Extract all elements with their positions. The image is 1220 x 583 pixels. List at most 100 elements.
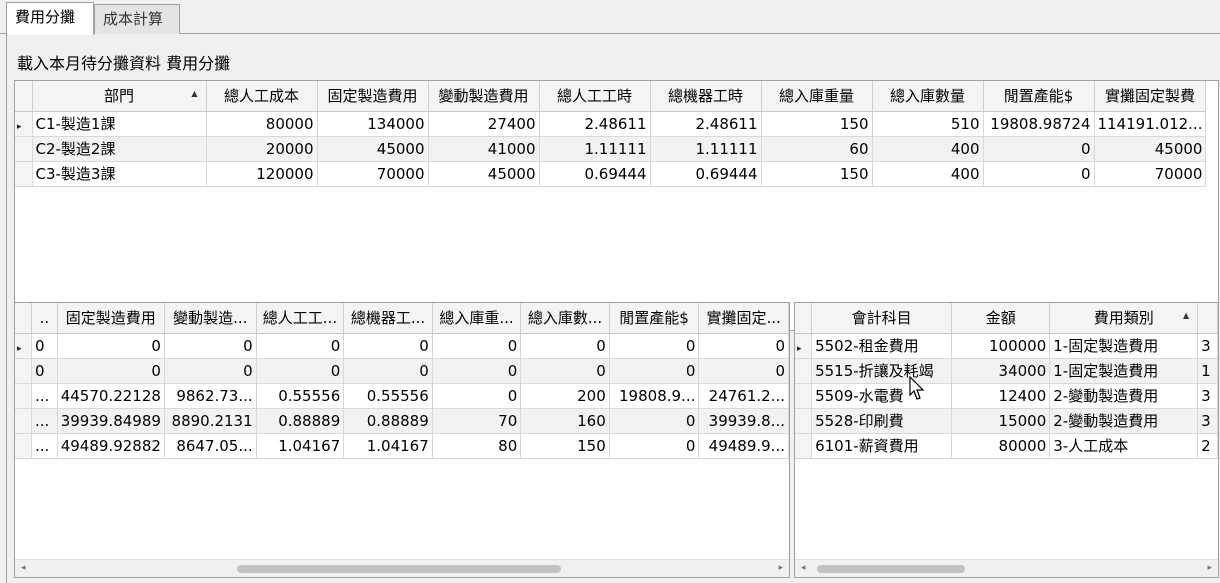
table-cell[interactable]: 0 bbox=[432, 333, 522, 359]
row-header[interactable] bbox=[15, 383, 32, 409]
horizontal-scrollbar[interactable]: ◂ ▸ bbox=[795, 559, 1218, 577]
row-header[interactable] bbox=[15, 136, 33, 162]
row-header[interactable] bbox=[15, 161, 33, 187]
column-header[interactable]: 總入庫重量 bbox=[761, 81, 873, 112]
table-cell[interactable]: 8890.2131 bbox=[164, 408, 257, 434]
table-cell[interactable]: 0 bbox=[432, 358, 522, 384]
table-row[interactable]: 5515-折讓及耗竭 34000 1-固定製造費用 1 bbox=[795, 358, 1218, 384]
table-cell[interactable]: 0 bbox=[164, 333, 257, 359]
table-cell[interactable]: 70000 bbox=[317, 161, 429, 187]
scroll-left-icon[interactable]: ◂ bbox=[21, 563, 26, 573]
table-cell[interactable]: 150 bbox=[761, 111, 873, 137]
table-cell[interactable]: 1-固定製造費用 bbox=[1049, 358, 1199, 384]
table-cell[interactable]: C1-製造1課 bbox=[32, 111, 207, 137]
row-header[interactable] bbox=[15, 408, 32, 434]
table-cell[interactable]: 0 bbox=[983, 136, 1095, 162]
column-header[interactable]: 固定製造費用 bbox=[317, 81, 429, 112]
account-grid[interactable]: 會計科目 金額 費用類別 ▲ ▸ 5502-租金費用 100000 1-固定製造費用 3 551… bbox=[794, 302, 1219, 578]
table-cell[interactable]: 45000 bbox=[428, 161, 540, 187]
column-header[interactable]: 會計科目 bbox=[811, 303, 953, 334]
column-header[interactable]: .. bbox=[31, 303, 58, 334]
table-cell[interactable]: 2.48611 bbox=[539, 111, 651, 137]
table-cell[interactable]: 6101-薪資費用 bbox=[811, 433, 953, 459]
row-header[interactable]: ▸ bbox=[15, 111, 33, 137]
allocation-detail-grid[interactable]: .. 固定製造費用 變動製造... 總人工工... 總機器工... 總入庫重... 總入庫數… bbox=[14, 302, 790, 578]
table-cell[interactable]: 0 bbox=[343, 358, 433, 384]
row-header[interactable] bbox=[795, 383, 813, 409]
table-cell[interactable]: 2-變動製造費用 bbox=[1049, 408, 1199, 434]
table-cell[interactable]: 45000 bbox=[317, 136, 429, 162]
table-cell[interactable]: 5502-租金費用 bbox=[811, 333, 953, 359]
table-cell[interactable]: 8647.05... bbox=[164, 433, 257, 459]
table-cell[interactable]: 5515-折讓及耗竭 bbox=[811, 358, 953, 384]
table-cell[interactable]: 0 bbox=[520, 358, 610, 384]
table-cell[interactable]: 0.55556 bbox=[256, 383, 345, 409]
table-cell[interactable]: 1.11111 bbox=[650, 136, 762, 162]
table-cell[interactable]: 0 bbox=[256, 358, 345, 384]
column-header[interactable]: 固定製造費用 bbox=[57, 303, 165, 334]
column-header[interactable]: 總入庫數... bbox=[520, 303, 610, 334]
table-cell[interactable]: 49489.9... bbox=[698, 433, 789, 459]
table-row[interactable]: 6101-薪資費用 80000 3-人工成本 2 bbox=[795, 433, 1218, 459]
column-header[interactable]: 總人工工時 bbox=[539, 81, 651, 112]
table-cell[interactable]: 0 bbox=[698, 358, 789, 384]
table-cell[interactable]: C3-製造3課 bbox=[32, 161, 207, 187]
table-cell[interactable]: 134000 bbox=[317, 111, 429, 137]
table-cell[interactable]: 70000 bbox=[1094, 161, 1207, 187]
table-cell[interactable]: 44570.22128 bbox=[57, 383, 165, 409]
table-cell[interactable]: 1.11111 bbox=[539, 136, 651, 162]
table-cell[interactable]: 1 bbox=[1197, 358, 1218, 384]
table-cell[interactable]: 0.69444 bbox=[650, 161, 762, 187]
table-cell[interactable]: 2.48611 bbox=[650, 111, 762, 137]
table-cell[interactable]: 12400 bbox=[951, 383, 1051, 409]
table-cell[interactable]: C2-製造2課 bbox=[32, 136, 207, 162]
tab-cost-calculation[interactable]: 成本計算 bbox=[94, 4, 180, 34]
table-cell[interactable]: 0 bbox=[164, 358, 257, 384]
scrollbar-thumb[interactable] bbox=[237, 565, 561, 573]
table-row[interactable]: ▸ 0 0 0 0 0 0 0 0 0 bbox=[15, 333, 789, 359]
table-cell[interactable]: 150 bbox=[520, 433, 610, 459]
table-cell[interactable]: 400 bbox=[872, 161, 984, 187]
column-header[interactable]: 變動製造... bbox=[164, 303, 257, 334]
table-cell[interactable]: 2-變動製造費用 bbox=[1049, 383, 1199, 409]
table-row[interactable]: C3-製造3課 120000 70000 45000 0.69444 0.69444 150… bbox=[15, 161, 1207, 187]
table-cell[interactable]: 5509-水電費 bbox=[811, 383, 953, 409]
table-cell[interactable]: 1-固定製造費用 bbox=[1049, 333, 1199, 359]
table-row[interactable]: C2-製造2課 20000 45000 41000 1.11111 1.11111 60 40… bbox=[15, 136, 1207, 162]
table-cell[interactable]: ... bbox=[31, 383, 58, 409]
table-cell[interactable]: ... bbox=[31, 408, 58, 434]
table-cell[interactable]: 34000 bbox=[951, 358, 1051, 384]
table-cell[interactable]: 19808.9... bbox=[609, 383, 700, 409]
column-header[interactable]: 費用類別 ▲ bbox=[1049, 303, 1199, 334]
table-cell[interactable]: 39939.8... bbox=[698, 408, 789, 434]
table-cell[interactable]: 400 bbox=[872, 136, 984, 162]
table-cell[interactable]: 120000 bbox=[206, 161, 318, 187]
table-cell[interactable]: 0 bbox=[983, 161, 1095, 187]
table-cell[interactable]: 0 bbox=[698, 333, 789, 359]
table-cell[interactable]: ... bbox=[31, 433, 58, 459]
table-row[interactable]: 000000000 bbox=[15, 358, 789, 384]
table-cell[interactable]: 60 bbox=[761, 136, 873, 162]
table-cell[interactable]: 27400 bbox=[428, 111, 540, 137]
table-cell[interactable]: 41000 bbox=[428, 136, 540, 162]
table-cell[interactable]: 3 bbox=[1197, 383, 1218, 409]
scroll-left-icon[interactable]: ◂ bbox=[801, 563, 806, 573]
table-cell[interactable]: 80 bbox=[432, 433, 522, 459]
row-header[interactable]: ▸ bbox=[15, 333, 32, 359]
row-header[interactable] bbox=[795, 358, 813, 384]
table-cell[interactable]: 200 bbox=[520, 383, 610, 409]
scrollbar-thumb[interactable] bbox=[817, 565, 965, 573]
column-header[interactable] bbox=[1197, 303, 1218, 334]
table-row[interactable]: ... 44570.22128 9862.73... 0.55556 0.55556 0 2… bbox=[15, 383, 789, 409]
table-cell[interactable]: 0 bbox=[256, 333, 345, 359]
table-cell[interactable]: 80000 bbox=[206, 111, 318, 137]
table-cell[interactable]: 160 bbox=[520, 408, 610, 434]
table-cell[interactable]: 70 bbox=[432, 408, 522, 434]
table-cell[interactable]: 45000 bbox=[1094, 136, 1207, 162]
table-cell[interactable]: 3 bbox=[1197, 333, 1218, 359]
table-cell[interactable]: 20000 bbox=[206, 136, 318, 162]
department-grid[interactable]: 部門 ▲ 總人工成本 固定製造費用 變動製造費用 總人工工時 總機器工時 總入庫重量 總入庫數量… bbox=[14, 80, 1219, 331]
column-header[interactable]: 實攤固定製費 bbox=[1094, 81, 1207, 112]
table-row[interactable]: ▸ 5502-租金費用 100000 1-固定製造費用 3 bbox=[795, 333, 1218, 359]
table-cell[interactable]: 19808.98724 bbox=[983, 111, 1095, 137]
